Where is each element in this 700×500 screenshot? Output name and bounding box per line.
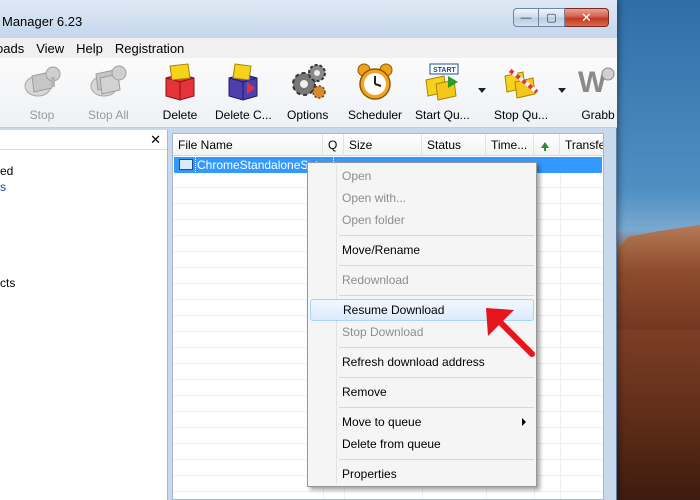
menu-item-move-rename[interactable]: Move/Rename <box>310 239 534 261</box>
delete-button[interactable]: Delete <box>160 62 200 124</box>
menu-item-open-folder[interactable]: Open folder <box>310 209 534 231</box>
menu-help[interactable]: Help <box>70 41 109 56</box>
stop-queue-icon <box>501 62 541 102</box>
window-title: Manager 6.23 <box>2 14 83 29</box>
menu-item-delete-from-queue[interactable]: Delete from queue <box>310 433 534 455</box>
menu-separator <box>339 407 534 408</box>
stop-icon <box>22 62 62 102</box>
toolbar-label: Start Qu... <box>415 108 470 122</box>
menu-item-open-with[interactable]: Open with... <box>310 187 534 209</box>
menu-registration[interactable]: Registration <box>109 41 190 56</box>
stop-queue-button[interactable]: Stop Qu... <box>494 62 548 124</box>
menu-separator <box>339 265 534 266</box>
menu-separator <box>339 459 534 460</box>
toolbar-label: Stop Qu... <box>494 108 549 122</box>
close-button[interactable]: ✕ <box>565 8 609 27</box>
stop-button[interactable]: Stop <box>22 62 62 124</box>
menu-downloads[interactable]: oads <box>0 41 30 56</box>
list-header: File Name Q Size Status Time... Transfe <box>173 134 603 156</box>
toolbar-label: Delete C... <box>215 108 272 122</box>
sort-arrow-icon <box>541 142 549 151</box>
column-transfer-rate[interactable]: Transfe <box>560 134 603 156</box>
start-queue-icon: START <box>422 62 462 102</box>
grabber-icon: W <box>578 62 618 102</box>
options-button[interactable]: Options <box>287 62 328 124</box>
menu-separator <box>339 235 534 236</box>
close-icon[interactable]: ✕ <box>150 132 161 148</box>
menu-separator <box>339 295 534 296</box>
column-sort[interactable] <box>534 134 560 156</box>
svg-text:START: START <box>433 67 457 74</box>
desert-mesa <box>610 225 700 345</box>
chevron-right-icon <box>522 418 526 426</box>
tree-item-queues[interactable]: s <box>0 180 6 194</box>
desert-rock <box>610 330 700 500</box>
toolbar-label: Scheduler <box>348 108 403 122</box>
start-queue-button[interactable]: START Start Qu... <box>415 62 470 124</box>
toolbar-label: Options <box>287 108 329 122</box>
categories-pane: ✕ ed s cts <box>0 130 168 500</box>
column-queue[interactable]: Q <box>323 134 344 156</box>
grabber-button[interactable]: W Grabb <box>578 62 618 124</box>
gear-icon <box>288 62 328 102</box>
menu-item-properties[interactable]: Properties <box>310 463 534 485</box>
column-status[interactable]: Status <box>422 134 486 156</box>
menu-item-open[interactable]: Open <box>310 165 534 187</box>
annotation-arrow-icon <box>486 308 535 357</box>
scheduler-button[interactable]: Scheduler <box>348 62 402 124</box>
menu-separator <box>339 377 534 378</box>
column-file-name[interactable]: File Name <box>173 134 323 156</box>
categories-header: ✕ <box>0 130 167 150</box>
alarm-clock-icon <box>355 62 395 102</box>
column-divider <box>560 156 561 499</box>
minimize-button[interactable]: — <box>513 8 539 27</box>
menu-item-move-to-queue[interactable]: Move to queue <box>310 411 534 433</box>
chevron-down-icon[interactable] <box>478 88 486 93</box>
delete-completed-button[interactable]: Delete C... <box>215 62 272 124</box>
menu-item-redownload[interactable]: Redownload <box>310 269 534 291</box>
toolbar-label: Stop <box>29 108 55 122</box>
maximize-button[interactable]: ▢ <box>539 8 565 27</box>
chevron-down-icon[interactable] <box>558 88 566 93</box>
stop-all-button[interactable]: Stop All <box>88 62 129 124</box>
title-bar[interactable]: Manager 6.23 — ▢ ✕ <box>0 0 617 38</box>
menu-bar: oads View Help Registration <box>0 38 617 58</box>
toolbar-label: Delete <box>162 108 198 122</box>
toolbar-label: Stop All <box>88 108 129 122</box>
toolbar: Stop Stop All Delete Delete C... Options… <box>0 58 617 128</box>
toolbar-label: Grabb <box>581 108 615 122</box>
tree-item-unfinished[interactable]: ed <box>0 164 13 178</box>
window-controls: — ▢ ✕ <box>513 8 609 27</box>
delete-completed-icon <box>223 62 263 102</box>
menu-item-label: Move to queue <box>342 415 422 429</box>
stop-all-icon <box>88 62 128 102</box>
menu-view[interactable]: View <box>30 41 70 56</box>
delete-icon <box>160 62 200 102</box>
column-time-left[interactable]: Time... <box>486 134 534 156</box>
menu-item-remove[interactable]: Remove <box>310 381 534 403</box>
file-icon <box>179 159 193 170</box>
tree-item-projects[interactable]: cts <box>0 276 15 290</box>
column-size[interactable]: Size <box>344 134 422 156</box>
